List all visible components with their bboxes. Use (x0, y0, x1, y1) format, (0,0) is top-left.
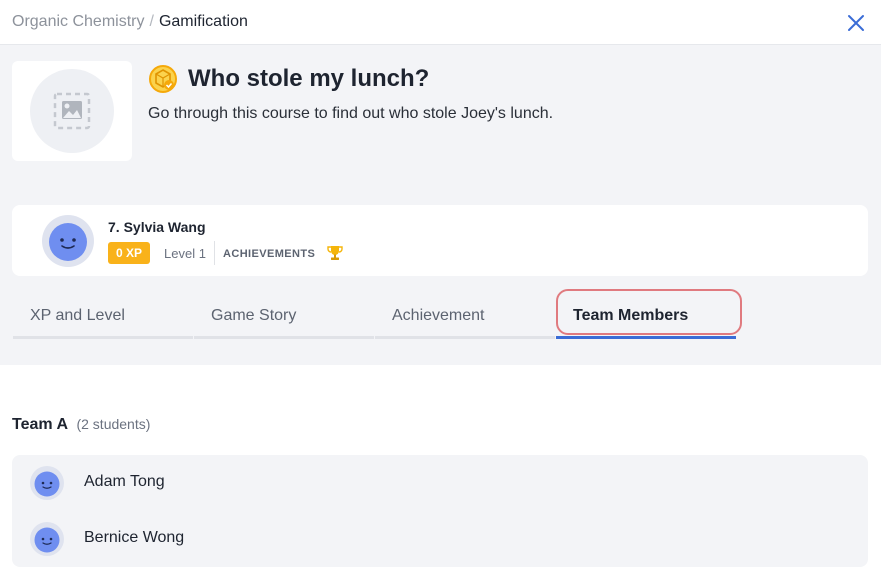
trophy-icon (327, 246, 343, 260)
breadcrumb-current: Gamification (158, 13, 248, 30)
achievements-label[interactable]: ACHIEVEMENTS (223, 248, 315, 260)
breadcrumb-separator: / (149, 13, 154, 30)
course-thumbnail (12, 61, 132, 161)
profile-card: 7. Sylvia Wang 0 XP Level 1 ACHIEVEMENTS (12, 205, 868, 276)
team-members-list: Adam Tong Bernice Wong (12, 455, 868, 567)
avatar (42, 215, 94, 267)
divider (214, 241, 215, 265)
breadcrumb: Organic Chemistry / Gamification (12, 12, 248, 32)
member-name: Adam Tong (84, 473, 165, 490)
gamification-badge-icon (149, 65, 177, 93)
tab-team-members[interactable]: Team Members (556, 295, 736, 339)
header: Organic Chemistry / Gamification (0, 0, 881, 45)
list-item: Adam Tong (12, 455, 868, 511)
breadcrumb-parent[interactable]: Organic Chemistry (12, 13, 144, 30)
image-placeholder-icon (53, 92, 91, 130)
tab-achievement[interactable]: Achievement (375, 295, 555, 339)
student-name: 7. Sylvia Wang (108, 219, 206, 235)
close-button[interactable] (844, 11, 868, 35)
list-item: Bernice Wong (12, 511, 868, 567)
member-name: Bernice Wong (84, 529, 185, 546)
avatar (30, 522, 64, 556)
team-heading: Team A (2 students) (12, 416, 150, 434)
course-description: Go through this course to find out who s… (148, 105, 554, 122)
close-icon (848, 15, 864, 31)
course-overview: Who stole my lunch? Go through this cour… (0, 45, 881, 365)
course-title-row: Who stole my lunch? (148, 63, 429, 95)
course-title: Who stole my lunch? (188, 65, 430, 92)
tab-xp-and-level[interactable]: XP and Level (13, 295, 193, 339)
tab-game-story[interactable]: Game Story (194, 295, 374, 339)
xp-badge: 0 XP (108, 242, 151, 264)
level-label: Level 1 (164, 246, 206, 261)
avatar (30, 466, 64, 500)
team-name: Team A (12, 416, 69, 433)
team-student-count: (2 students) (76, 416, 151, 432)
